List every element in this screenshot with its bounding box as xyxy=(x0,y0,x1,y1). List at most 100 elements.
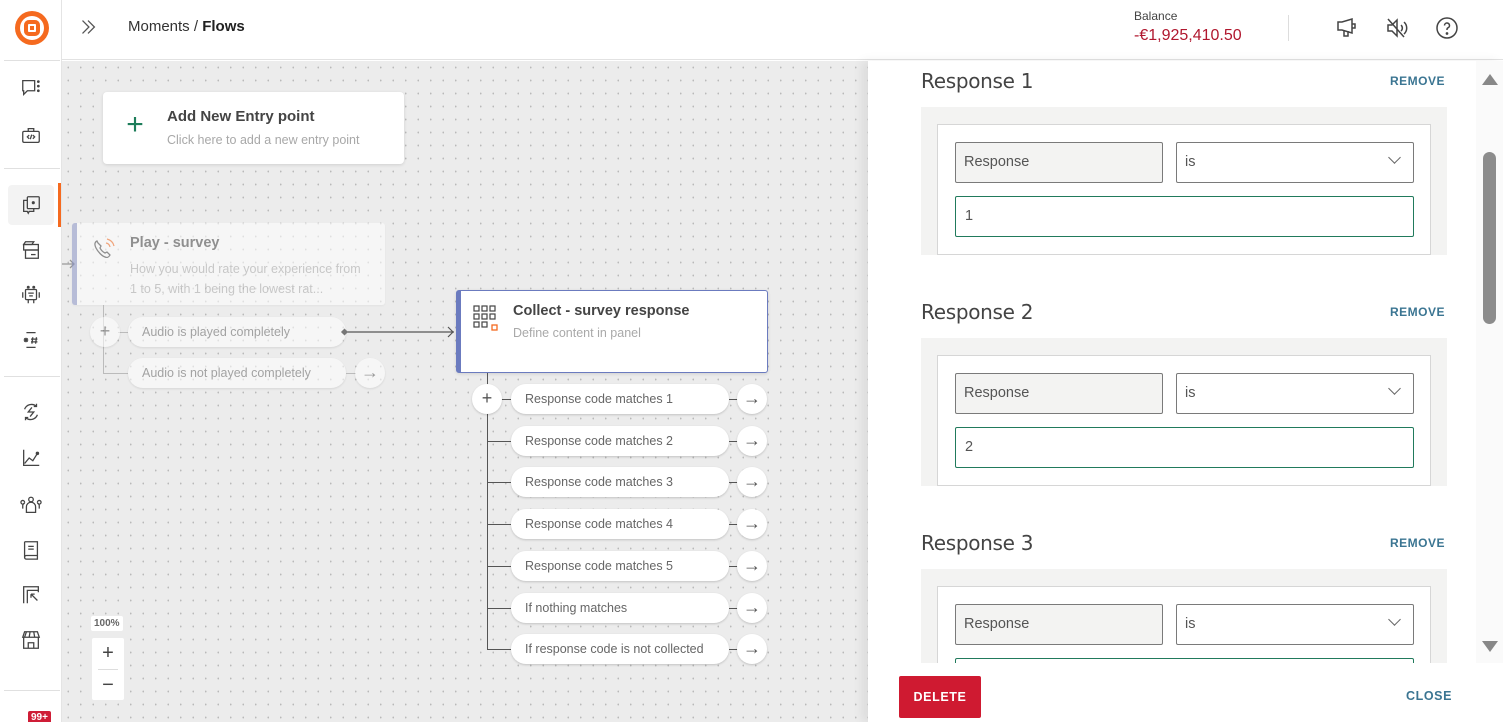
branch-connector xyxy=(487,524,511,525)
branch-pill[interactable]: Audio is played completely xyxy=(128,317,346,347)
sidebar-item-conversations[interactable] xyxy=(8,68,54,108)
connect-arrow-button[interactable]: → xyxy=(737,551,767,581)
branch-pill[interactable]: Response code matches 5 xyxy=(511,551,729,581)
branch-pill[interactable]: Response code matches 1 xyxy=(511,384,729,414)
branch-pill[interactable]: Response code matches 3 xyxy=(511,467,729,497)
operator-select[interactable]: is xyxy=(1176,373,1414,414)
balance-value: -€1,925,410.50 xyxy=(1134,27,1242,44)
response-condition-box: Response is xyxy=(921,569,1447,663)
logo-icon[interactable] xyxy=(15,11,49,45)
balance: Balance -€1,925,410.50 xyxy=(1134,9,1242,45)
sidebar-item-bots[interactable] xyxy=(8,275,54,315)
store-icon xyxy=(21,631,41,649)
connect-arrow-button[interactable]: → xyxy=(737,509,767,539)
connect-arrow-button[interactable]: → xyxy=(737,593,767,623)
remove-response-button[interactable]: REMOVE xyxy=(1390,536,1445,550)
scroll-up-arrow-icon[interactable] xyxy=(1482,74,1498,85)
scrollbar-thumb[interactable] xyxy=(1483,152,1496,324)
sidebar-item-templates[interactable] xyxy=(8,230,54,270)
mute-button[interactable] xyxy=(1385,16,1409,40)
response-field: Response xyxy=(955,604,1163,645)
operator-value: is xyxy=(1185,616,1196,632)
connect-arrow-button[interactable]: → xyxy=(737,384,767,414)
add-branch-button[interactable]: + xyxy=(472,384,502,414)
response-field: Response xyxy=(955,142,1163,183)
sidebar-divider xyxy=(4,60,60,61)
node-title: Collect - survey response xyxy=(513,303,690,319)
flow-canvas[interactable]: + Add New Entry point Click here to add … xyxy=(62,61,868,722)
branch-pill[interactable]: If response code is not collected xyxy=(511,634,729,664)
sidebar-item-moments[interactable] xyxy=(8,183,61,227)
response-block: Response 1 REMOVE Response is 1 xyxy=(921,69,1447,255)
branch-pill[interactable]: Audio is not played completely xyxy=(128,358,346,388)
sidebar-item-documentation[interactable] xyxy=(8,530,54,570)
zoom-controls: + − xyxy=(92,638,124,700)
sidebar-item-keywords[interactable] xyxy=(8,320,54,360)
panel-scroll-area[interactable]: Response 1 REMOVE Response is 1 Response… xyxy=(868,61,1503,663)
connect-arrow-button[interactable]: → xyxy=(737,426,767,456)
operator-select[interactable]: is xyxy=(1176,142,1414,183)
operator-select[interactable]: is xyxy=(1176,604,1414,645)
topbar-divider xyxy=(1288,15,1289,41)
sidebar-item-integrations[interactable] xyxy=(8,392,54,432)
branch-connector xyxy=(487,441,511,442)
response-title: Response 1 xyxy=(921,69,1034,93)
breadcrumb-parent[interactable]: Moments xyxy=(128,18,190,35)
zoom-in-button[interactable]: + xyxy=(92,638,124,669)
branch-connector xyxy=(487,608,511,609)
sidebar-item-analyze[interactable] xyxy=(8,438,54,478)
zoom-out-button[interactable]: − xyxy=(92,670,124,701)
expand-sidebar-button[interactable] xyxy=(76,16,100,40)
add-branch-button[interactable]: + xyxy=(90,317,120,347)
plus-icon: + xyxy=(126,108,144,141)
help-button[interactable] xyxy=(1435,16,1459,40)
connection-line xyxy=(340,326,454,338)
sidebar-item-exchange[interactable] xyxy=(8,575,54,615)
sidebar-divider xyxy=(4,690,60,691)
sidebar-divider xyxy=(4,376,60,377)
connect-arrow-button[interactable]: → xyxy=(737,634,767,664)
response-value-input[interactable]: 2 xyxy=(955,427,1414,468)
response-block: Response 2 REMOVE Response is 2 xyxy=(921,300,1447,486)
branch-pill[interactable]: Response code matches 4 xyxy=(511,509,729,539)
code-briefcase-icon xyxy=(22,128,40,144)
remove-response-button[interactable]: REMOVE xyxy=(1390,305,1445,319)
moments-flows-icon xyxy=(23,196,40,215)
add-entry-point-button[interactable]: + Add New Entry point Click here to add … xyxy=(103,92,404,164)
connect-arrow-button[interactable]: → xyxy=(355,358,385,388)
remove-response-button[interactable]: REMOVE xyxy=(1390,74,1445,88)
response-value-input[interactable]: 1 xyxy=(955,196,1414,237)
close-button[interactable]: CLOSE xyxy=(1406,689,1452,703)
response-value-input[interactable] xyxy=(955,658,1414,663)
branch-connector xyxy=(487,482,511,483)
notification-badge[interactable]: 99+ xyxy=(28,711,51,722)
operator-value: is xyxy=(1185,154,1196,170)
help-icon xyxy=(1436,17,1458,39)
analytics-chart-icon xyxy=(23,449,40,466)
scrollbar[interactable] xyxy=(1476,61,1503,663)
branch-pill[interactable]: Response code matches 2 xyxy=(511,426,729,456)
book-icon xyxy=(23,541,39,560)
chevron-down-icon xyxy=(1388,613,1401,626)
sidebar-item-marketplace[interactable] xyxy=(8,620,54,660)
response-condition-box: Response is 2 xyxy=(921,338,1447,486)
scroll-down-arrow-icon[interactable] xyxy=(1482,641,1498,652)
hashtag-keywords-icon xyxy=(23,332,38,348)
play-survey-node[interactable]: Play - survey How you would rate your ex… xyxy=(72,223,385,305)
announcements-button[interactable] xyxy=(1335,16,1359,40)
integrations-icon xyxy=(23,403,39,421)
balance-label: Balance xyxy=(1134,9,1178,23)
node-settings-panel: Response 1 REMOVE Response is 1 Response… xyxy=(868,61,1503,722)
branch-pill[interactable]: If nothing matches xyxy=(511,593,729,623)
branch-connector xyxy=(487,566,511,567)
node-title: Play - survey xyxy=(130,235,220,251)
double-chevron-right-icon xyxy=(82,20,96,34)
zoom-level: 100% xyxy=(91,616,123,631)
delete-button[interactable]: DELETE xyxy=(899,676,981,718)
connect-arrow-button[interactable]: → xyxy=(737,467,767,497)
templates-icon xyxy=(22,241,39,259)
collect-survey-response-node[interactable]: Collect - survey response Define content… xyxy=(456,290,768,373)
sidebar-item-developer[interactable] xyxy=(8,116,54,156)
sidebar-item-people[interactable] xyxy=(8,485,54,525)
response-title: Response 2 xyxy=(921,300,1034,324)
